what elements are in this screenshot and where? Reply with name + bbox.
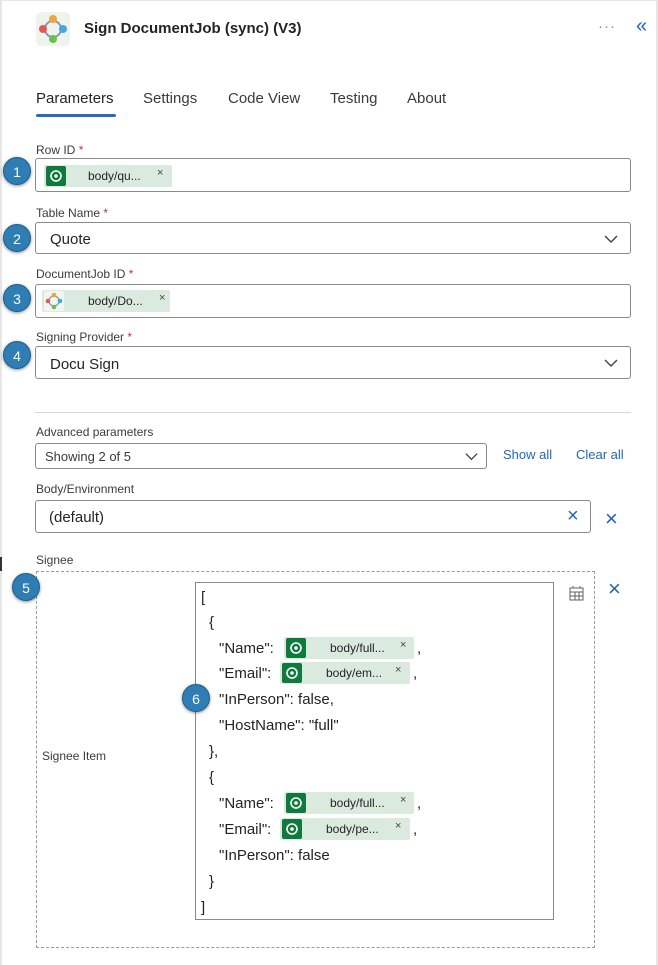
code-close-bracket: ] xyxy=(201,899,206,916)
collapse-panel-icon[interactable]: « xyxy=(636,16,647,36)
tab-parameters[interactable]: Parameters xyxy=(36,90,114,107)
signing-provider-label: Signing Provider * xyxy=(36,330,133,344)
name-token-remove-icon[interactable]: × xyxy=(400,794,406,806)
connector-logo-icon xyxy=(36,12,70,46)
remove-signee-icon[interactable]: × xyxy=(608,578,621,600)
step-badge-5: 5 xyxy=(12,573,40,601)
code-inperson-line: "InPerson": false xyxy=(219,847,330,864)
frame-top-border xyxy=(0,0,658,1)
code-email-key: "Email": xyxy=(219,665,272,682)
dataverse-icon xyxy=(286,638,306,658)
name-token-text: body/full... xyxy=(330,796,385,810)
frame-left-border xyxy=(0,0,2,965)
body-environment-label: Body/Environment xyxy=(36,482,135,496)
code-name-key: "Name": xyxy=(219,795,274,812)
documentjob-id-token[interactable]: body/Do... × xyxy=(42,290,170,312)
tab-about[interactable]: About xyxy=(407,90,446,107)
row-id-label: Row ID * xyxy=(36,143,84,157)
row-id-token[interactable]: body/qu... × xyxy=(44,165,172,187)
signing-provider-dropdown[interactable]: Docu Sign xyxy=(35,346,631,379)
chevron-down-icon xyxy=(465,453,478,461)
row-id-token-remove-icon[interactable]: × xyxy=(157,167,163,179)
email-token[interactable]: body/em... × xyxy=(280,662,410,684)
action-title: Sign DocumentJob (sync) (V3) xyxy=(84,20,302,37)
step-badge-2: 2 xyxy=(3,224,31,252)
dataverse-icon xyxy=(46,166,66,186)
row-id-field[interactable]: body/qu... × xyxy=(35,158,631,192)
switch-to-table-icon[interactable] xyxy=(568,585,586,603)
email-token-text: body/pe... xyxy=(326,822,379,836)
name-token[interactable]: body/full... × xyxy=(284,792,414,814)
advanced-parameters-value: Showing 2 of 5 xyxy=(45,449,132,464)
documentjob-id-token-text: body/Do... xyxy=(88,294,143,308)
code-hostname-line: "HostName": "full" xyxy=(219,717,339,734)
dataverse-icon xyxy=(286,793,306,813)
chevron-down-icon xyxy=(604,359,618,367)
email-token-text: body/em... xyxy=(326,666,383,680)
table-name-dropdown[interactable]: Quote xyxy=(35,222,631,254)
code-name-key: "Name": xyxy=(219,640,274,657)
code-comma: , xyxy=(417,640,422,657)
row-id-token-text: body/qu... xyxy=(88,169,141,183)
email-token[interactable]: body/pe... × xyxy=(280,818,410,840)
advanced-parameters-dropdown[interactable]: Showing 2 of 5 xyxy=(35,443,487,469)
code-open-brace: { xyxy=(209,769,215,786)
documentjob-id-label: DocumentJob ID * xyxy=(36,267,134,281)
table-name-value: Quote xyxy=(50,231,91,248)
step-badge-4: 4 xyxy=(3,341,31,369)
dataverse-icon xyxy=(282,819,302,839)
clear-all-link[interactable]: Clear all xyxy=(576,447,624,462)
remove-parameter-icon[interactable]: × xyxy=(605,508,618,530)
active-tab-indicator xyxy=(36,114,116,117)
chevron-down-icon xyxy=(604,235,618,243)
documentjob-id-token-remove-icon[interactable]: × xyxy=(159,292,165,304)
table-name-label: Table Name * xyxy=(36,206,109,220)
tab-code-view[interactable]: Code View xyxy=(228,90,300,107)
dataverse-icon xyxy=(282,663,302,683)
code-comma: , xyxy=(413,665,418,682)
documentjob-id-field[interactable]: body/Do... × xyxy=(35,284,631,318)
code-close-brace: }, xyxy=(209,743,219,760)
signee-item-label: Signee Item xyxy=(42,749,107,763)
clear-value-icon[interactable]: × xyxy=(567,506,579,526)
step-badge-6: 6 xyxy=(182,684,210,712)
signing-provider-value: Docu Sign xyxy=(50,356,120,373)
tab-testing[interactable]: Testing xyxy=(330,90,378,107)
step-badge-1: 1 xyxy=(3,157,31,185)
code-close-brace: } xyxy=(209,873,215,890)
code-inperson-line: "InPerson": false, xyxy=(219,691,334,708)
connector-logo-icon xyxy=(44,291,64,311)
name-token-text: body/full... xyxy=(330,641,385,655)
body-environment-value: (default) xyxy=(49,509,105,526)
name-token[interactable]: body/full... × xyxy=(284,637,414,659)
email-token-remove-icon[interactable]: × xyxy=(395,664,401,676)
code-comma: , xyxy=(417,795,422,812)
tab-settings[interactable]: Settings xyxy=(143,90,197,107)
code-comma: , xyxy=(413,821,418,838)
section-divider xyxy=(35,412,631,413)
advanced-parameters-label: Advanced parameters xyxy=(36,425,154,439)
signee-json-editor[interactable] xyxy=(195,582,554,920)
body-environment-field[interactable]: (default) × xyxy=(35,500,591,533)
text-cursor xyxy=(0,557,2,571)
code-open-brace: { xyxy=(209,614,215,631)
name-token-remove-icon[interactable]: × xyxy=(400,639,406,651)
email-token-remove-icon[interactable]: × xyxy=(395,820,401,832)
more-options-icon[interactable]: ··· xyxy=(598,18,616,35)
code-email-key: "Email": xyxy=(219,821,272,838)
step-badge-3: 3 xyxy=(3,284,31,312)
code-open-bracket: [ xyxy=(201,589,206,606)
signee-label: Signee xyxy=(36,553,74,567)
show-all-link[interactable]: Show all xyxy=(503,447,552,462)
